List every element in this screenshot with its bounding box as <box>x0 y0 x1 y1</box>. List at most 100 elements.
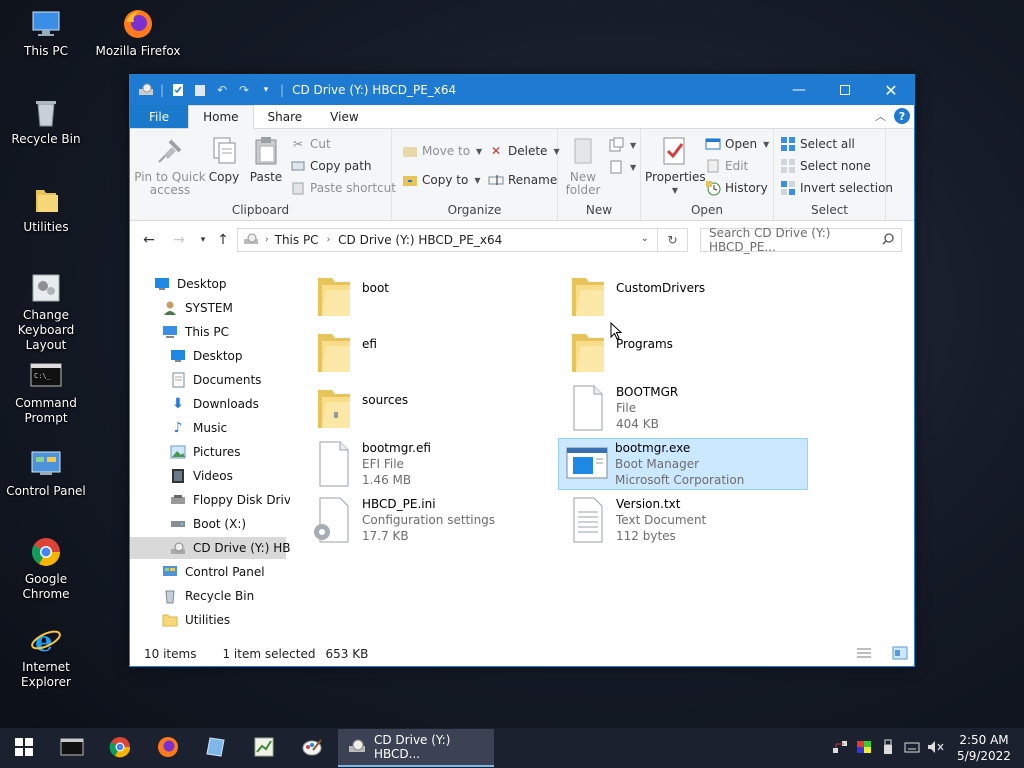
maximize-button[interactable] <box>822 75 868 105</box>
taskbar-cmd[interactable] <box>48 728 96 768</box>
desktop-icon-internet-explorer[interactable]: e Internet Explorer <box>0 624 92 690</box>
minimize-button[interactable]: — <box>776 75 822 105</box>
nav-item-control-panel[interactable]: Control Panel <box>162 561 290 583</box>
nav-item-utilities[interactable]: Utilities <box>162 609 290 631</box>
move-to-button[interactable]: Move to ▼ <box>402 143 482 159</box>
nav-item-music[interactable]: ♪ Music <box>170 417 290 439</box>
tab-share[interactable]: Share <box>254 105 317 128</box>
tiles-view-icon[interactable] <box>892 646 908 663</box>
file-tile[interactable]: CustomDrivers <box>560 271 810 323</box>
tray-volume[interactable] <box>924 728 948 768</box>
nav-item-this-pc[interactable]: This PC <box>162 321 290 343</box>
nav-item-system[interactable]: SYSTEM <box>162 297 290 319</box>
up-button[interactable]: ↑ <box>214 231 232 249</box>
clock[interactable]: 2:50 AM 5/9/2022 <box>954 732 1014 764</box>
file-tile[interactable]: sources <box>306 383 556 435</box>
desktop-icon-change-keyboard-layout[interactable]: Change Keyboard Layout <box>0 272 92 353</box>
nav-item-desktop[interactable]: Desktop <box>154 273 290 295</box>
nav-item-recycle-bin[interactable]: Recycle Bin <box>162 585 290 607</box>
delete-button[interactable]: ✕ Delete ▼ <box>488 143 560 159</box>
file-tile[interactable]: BOOTMGR File 404 KB <box>560 383 810 435</box>
nav-item-videos[interactable]: Videos <box>170 465 290 487</box>
nav-item-documents[interactable]: Documents <box>170 369 290 391</box>
desktop-icon-utilities[interactable]: Utilities <box>0 184 92 235</box>
start-button[interactable] <box>0 728 48 768</box>
rename-button[interactable]: Rename <box>488 172 557 188</box>
invert-selection-button[interactable]: Invert selection <box>780 180 893 196</box>
address-dropdown-icon[interactable]: ⌄ <box>641 233 649 244</box>
tray-keyboard[interactable] <box>900 728 924 768</box>
redo-icon[interactable]: ↷ <box>236 82 252 98</box>
desktop-icon-firefox[interactable]: Mozilla Firefox <box>92 8 184 59</box>
forward-button[interactable]: → <box>170 231 188 249</box>
nav-item-boot-x[interactable]: Boot (X:) <box>170 513 290 535</box>
cut-button[interactable]: ✂ Cut <box>290 136 331 152</box>
tray-display[interactable] <box>852 728 876 768</box>
history-button[interactable]: History <box>705 180 768 196</box>
ribbon-tabs: File Home Share View ︿ ? <box>130 105 914 129</box>
breadcrumb-cd-drive[interactable]: CD Drive (Y:) HBCD_PE_x64 <box>338 233 502 247</box>
properties-button[interactable]: Properties ▼ <box>645 135 706 197</box>
tab-home[interactable]: Home <box>188 105 254 129</box>
copy-path-button[interactable]: Copy path <box>290 158 372 174</box>
desktop-icon-control-panel[interactable]: Control Panel <box>0 448 92 499</box>
recent-locations-button[interactable]: ▾ <box>194 231 212 249</box>
help-icon[interactable]: ? <box>894 108 910 124</box>
search-input[interactable]: Search CD Drive (Y:) HBCD_PE... <box>700 226 902 254</box>
back-button[interactable]: ← <box>140 231 158 249</box>
taskbar-firefox[interactable] <box>144 728 192 768</box>
desktop-icon-this-pc[interactable]: This PC <box>0 8 92 59</box>
file-tile[interactable]: Version.txt Text Document 112 bytes <box>560 495 810 547</box>
nav-item-downloads[interactable]: ⬇ Downloads <box>170 393 290 415</box>
tray-network[interactable] <box>828 728 852 768</box>
nav-item-floppy-disk-drive[interactable]: Floppy Disk Drive <box>170 489 298 511</box>
nav-item-pictures[interactable]: Pictures <box>170 441 290 463</box>
edit-button[interactable]: Edit <box>705 158 748 174</box>
pin-to-quick-access-button[interactable]: Pin to Quick access <box>134 135 206 197</box>
desktop-icon-recycle-bin[interactable]: Recycle Bin <box>0 96 92 147</box>
refresh-button[interactable]: ↻ <box>658 228 688 252</box>
paste-shortcut-button[interactable]: Paste shortcut <box>290 180 396 196</box>
taskbar-app-chart[interactable] <box>240 728 288 768</box>
maximize-icon <box>840 85 850 95</box>
taskbar-explorer-window[interactable]: CD Drive (Y:) HBCD... <box>338 729 494 767</box>
easy-access-button[interactable]: ▼ <box>608 159 636 175</box>
select-none-button[interactable]: Select none <box>780 158 871 174</box>
open-button[interactable]: Open ▼ <box>705 136 769 152</box>
desktop-icon-google-chrome[interactable]: Google Chrome <box>0 536 92 602</box>
new-item-button[interactable]: ▼ <box>608 137 636 153</box>
nav-item-desktop-2[interactable]: Desktop <box>170 345 290 367</box>
details-view-icon[interactable] <box>856 646 872 663</box>
customize-qat-icon[interactable]: ▾ <box>258 82 274 98</box>
file-tile[interactable]: bootmgr.exe Boot Manager Microsoft Corpo… <box>558 438 808 490</box>
title-bar[interactable]: | ↶ ↷ ▾ | CD Drive (Y:) HBCD_PE_x64 — ✕ <box>130 75 914 105</box>
paste-button[interactable]: Paste <box>246 135 286 184</box>
tab-file[interactable]: File <box>130 105 189 128</box>
history-icon <box>705 180 721 196</box>
select-all-button[interactable]: Select all <box>780 136 855 152</box>
undo-icon[interactable]: ↶ <box>214 82 230 98</box>
copy-button[interactable]: Copy <box>206 135 242 184</box>
file-tile[interactable]: HBCD_PE.ini Configuration settings 17.7 … <box>306 495 556 547</box>
pin-icon <box>154 135 186 167</box>
close-button[interactable]: ✕ <box>868 75 914 105</box>
new-folder-button[interactable]: New folder <box>562 135 604 197</box>
desktop-icon-command-prompt[interactable]: C:\_ Command Prompt <box>0 360 92 426</box>
file-tile[interactable]: efi <box>306 327 556 379</box>
nav-item-cd-drive-y[interactable]: CD Drive (Y:) HBC <box>130 537 299 559</box>
copy-to-button[interactable]: Copy to ▼ <box>402 172 480 188</box>
tray-usb[interactable] <box>876 728 900 768</box>
collapse-ribbon-icon[interactable]: ︿ <box>875 108 886 124</box>
taskbar-app-blue[interactable] <box>192 728 240 768</box>
properties-icon[interactable] <box>170 82 186 98</box>
file-tile[interactable]: boot <box>306 271 556 323</box>
breadcrumb-this-pc[interactable]: This PC <box>275 233 319 247</box>
new-folder-small-icon[interactable] <box>192 82 208 98</box>
address-bar[interactable]: › This PC › CD Drive (Y:) HBCD_PE_x64 ⌄ <box>237 228 658 252</box>
taskbar-chrome[interactable] <box>96 728 144 768</box>
file-tile[interactable]: Programs <box>560 327 810 379</box>
taskbar: CD Drive (Y:) HBCD... 2:50 AM 5/9/2022 <box>0 728 1024 768</box>
file-tile[interactable]: bootmgr.efi EFI File 1.46 MB <box>306 439 556 491</box>
tab-view[interactable]: View <box>316 105 372 128</box>
taskbar-app-paint[interactable] <box>288 728 336 768</box>
